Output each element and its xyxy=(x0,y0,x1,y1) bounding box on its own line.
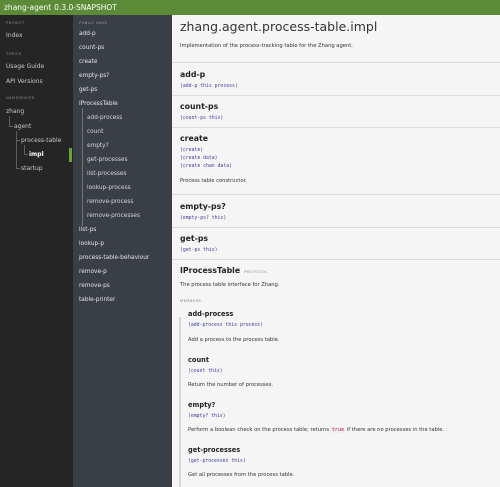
var-count[interactable]: count xyxy=(87,129,103,135)
var-remove-p[interactable]: remove-p xyxy=(79,269,107,275)
var-list-ps[interactable]: list-ps xyxy=(79,227,96,233)
var-add-process[interactable]: add-process xyxy=(87,115,122,121)
var-lookup-p[interactable]: lookup-p xyxy=(79,241,104,247)
usage-guide-link[interactable]: Usage Guide xyxy=(6,63,44,70)
var-create[interactable]: create xyxy=(79,59,97,65)
vars-sidebar: PUBLIC VARS add-p count-ps create empty-… xyxy=(73,15,172,487)
add-process-doc: Add a process to the process table. xyxy=(188,337,280,343)
index-link[interactable]: Index xyxy=(6,32,23,39)
count-doc: Return the number of processes. xyxy=(188,382,274,388)
empty-ps-usage: (empty-ps? this) xyxy=(180,216,227,221)
namespace-description: Implementation of the process-tracking t… xyxy=(180,43,353,49)
tree-line xyxy=(82,108,83,226)
get-ps-usage: (get-ps this) xyxy=(180,248,218,253)
empty-heading: empty? xyxy=(188,401,216,409)
namespace-startup[interactable]: startup xyxy=(21,165,43,172)
tree-line xyxy=(16,168,20,169)
namespace-agent[interactable]: agent xyxy=(14,123,31,130)
tree-line xyxy=(9,116,10,126)
create-usage: (create data) xyxy=(180,156,218,161)
divider xyxy=(172,194,500,195)
main-content: zhang.agent.process-table.impl Implement… xyxy=(172,15,500,487)
top-bar: zhang-agent 0.3.0-SNAPSHOT xyxy=(0,0,500,15)
get-processes-doc: Get all processes from the process table… xyxy=(188,472,295,478)
var-list-processes[interactable]: list-processes xyxy=(87,171,126,177)
divider xyxy=(172,127,500,128)
protocol-badge: PROTOCOL xyxy=(244,269,268,274)
tree-line xyxy=(16,140,20,141)
var-process-table-behaviour[interactable]: process-table-behaviour xyxy=(79,255,149,261)
namespace-impl[interactable]: impl xyxy=(29,151,44,158)
add-process-heading: add-process xyxy=(188,310,234,318)
iprocesstable-name: IProcessTable xyxy=(180,266,241,275)
project-name: zhang-agent xyxy=(4,3,52,12)
iprocesstable-heading: IProcessTable PROTOCOL xyxy=(180,266,268,275)
get-ps-heading: get-ps xyxy=(180,234,209,243)
project-sidebar: PROJECT Index TOPICS Usage Guide API Ver… xyxy=(0,15,73,487)
count-ps-usage: (count-ps this) xyxy=(180,116,224,121)
public-vars-label: PUBLIC VARS xyxy=(79,20,108,25)
members-border xyxy=(179,317,181,487)
namespaces-label: NAMESPACES xyxy=(6,95,35,100)
create-usage: (create) xyxy=(180,148,204,153)
tree-line xyxy=(9,126,13,127)
empty-usage: (empty? this) xyxy=(188,414,226,419)
var-remove-process[interactable]: remove-process xyxy=(87,199,133,205)
project-version: 0.3.0-SNAPSHOT xyxy=(54,3,117,12)
divider xyxy=(172,259,500,260)
active-indicator xyxy=(69,148,72,162)
empty-doc-text: Perform a boolean check on the process t… xyxy=(188,427,330,433)
var-get-ps[interactable]: get-ps xyxy=(79,87,97,93)
iprocesstable-doc: The process table interface for Zhang. xyxy=(180,282,280,288)
members-label: MEMBERS xyxy=(180,298,202,303)
add-p-usage: (add-p this process) xyxy=(180,84,238,89)
var-get-processes[interactable]: get-processes xyxy=(87,157,127,163)
var-count-ps[interactable]: count-ps xyxy=(79,45,104,51)
tree-line xyxy=(24,145,25,154)
tree-line xyxy=(24,154,28,155)
empty-doc: Perform a boolean check on the process t… xyxy=(188,427,444,433)
var-table-printer[interactable]: table-printer xyxy=(79,297,115,303)
create-heading: create xyxy=(180,134,209,143)
topics-label: TOPICS xyxy=(6,51,22,56)
divider xyxy=(172,95,500,96)
get-processes-heading: get-processes xyxy=(188,446,241,454)
api-versions-link[interactable]: API Versions xyxy=(6,78,43,85)
var-iprocesstable[interactable]: IProcessTable xyxy=(79,101,118,107)
var-lookup-process[interactable]: lookup-process xyxy=(87,185,131,191)
tree-line xyxy=(16,131,17,168)
count-ps-heading: count-ps xyxy=(180,102,219,111)
add-p-heading: add-p xyxy=(180,70,206,79)
var-remove-ps[interactable]: remove-ps xyxy=(79,283,110,289)
project-label: PROJECT xyxy=(6,20,25,25)
empty-doc-text: if there are no processes in the table. xyxy=(346,427,445,433)
namespace-process-table[interactable]: process-table xyxy=(21,137,61,144)
divider xyxy=(172,227,500,228)
divider xyxy=(172,62,500,63)
var-remove-processes[interactable]: remove-processes xyxy=(87,213,140,219)
page-title: zhang.agent.process-table.impl xyxy=(180,19,378,34)
count-usage: (count this) xyxy=(188,369,223,374)
add-process-usage: (add-process this process) xyxy=(188,323,264,328)
var-empty[interactable]: empty? xyxy=(87,143,109,149)
create-usage: (create chan data) xyxy=(180,164,232,169)
count-heading: count xyxy=(188,356,209,364)
true-literal: true xyxy=(330,427,346,433)
var-empty-ps[interactable]: empty-ps? xyxy=(79,73,109,79)
namespace-zhang[interactable]: zhang xyxy=(6,108,24,115)
var-add-p[interactable]: add-p xyxy=(79,31,96,37)
empty-ps-heading: empty-ps? xyxy=(180,202,226,211)
get-processes-usage: (get-processes this) xyxy=(188,459,246,464)
create-doc: Process table constructor. xyxy=(180,178,247,184)
